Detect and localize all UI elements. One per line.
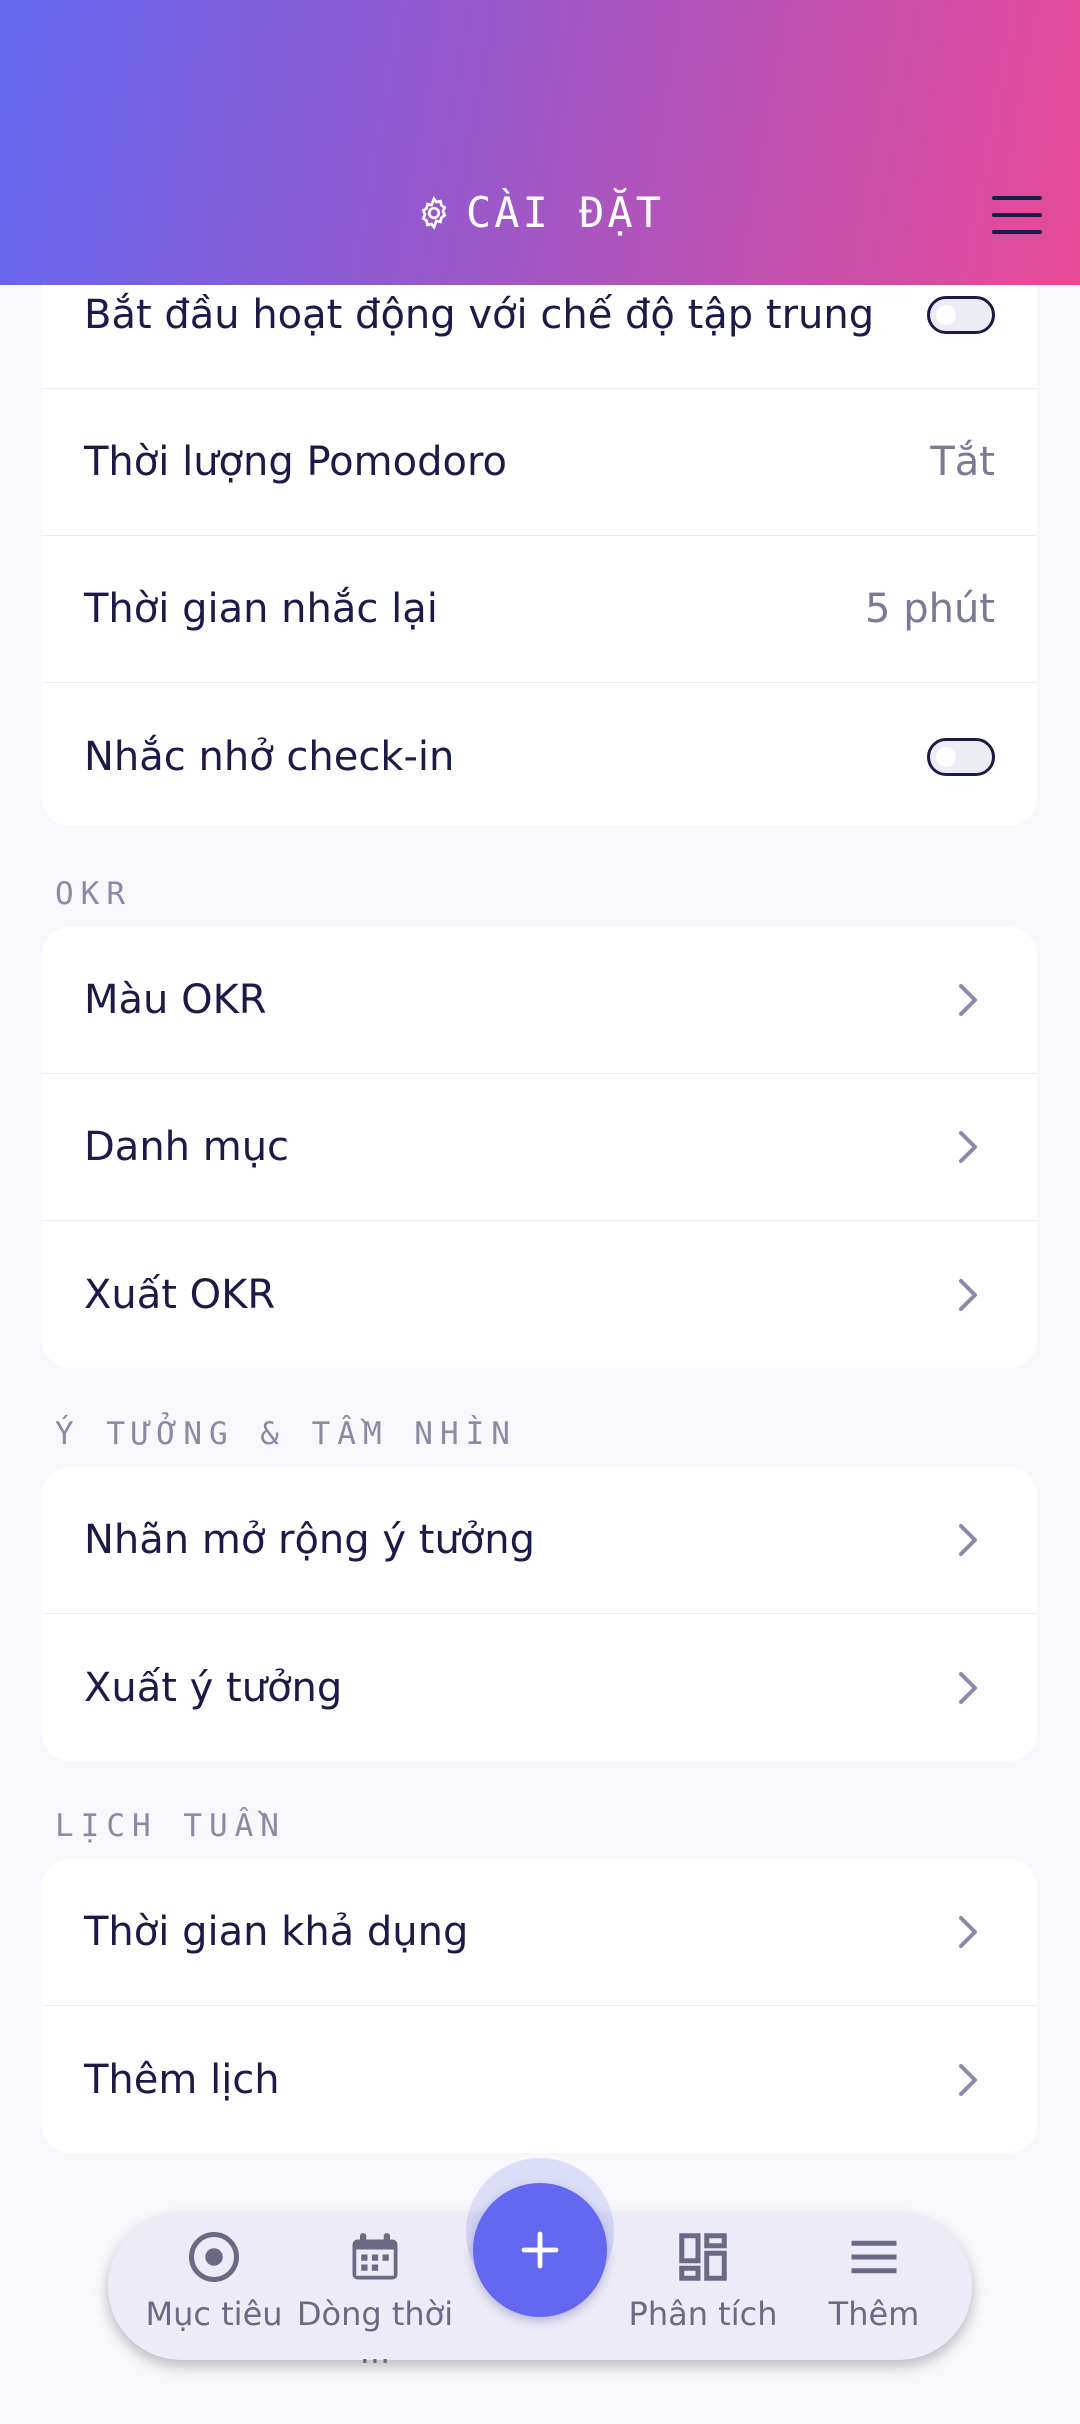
checkin-reminder-toggle[interactable]: [927, 737, 995, 776]
checkin-reminder-label: Nhắc nhở check-in: [84, 733, 455, 780]
chevron-right-icon: [959, 2063, 977, 2096]
nav-item-analytics-label: Phân tích: [628, 2295, 778, 2333]
chevron-right-icon: [959, 1524, 977, 1556]
idea-tags-row[interactable]: Nhãn mở rộng ý tưởng: [42, 1467, 1037, 1614]
chevron-right-icon: [959, 1278, 977, 1311]
calendar-card: Thời gian khả dụng Thêm lịch: [42, 1859, 1037, 2153]
okr-color-row[interactable]: Màu OKR: [42, 927, 1037, 1074]
focus-mode-label: Bắt đầu hoạt động với chế độ tập trung: [84, 292, 875, 338]
okr-color-label: Màu OKR: [84, 977, 267, 1023]
checkin-reminder-row[interactable]: Nhắc nhở check-in: [42, 683, 1037, 826]
app-header: CÀI ĐẶT: [0, 0, 1080, 285]
idea-tags-label: Nhãn mở rộng ý tưởng: [84, 1517, 536, 1563]
section-title-calendar: LỊCH TUẦN: [55, 1808, 286, 1844]
availability-label: Thời gian khả dụng: [84, 1909, 469, 1955]
snooze-time-value: 5 phút: [865, 586, 995, 632]
section-title-ideas: Ý TƯỞNG & TẦM NHÌN: [55, 1416, 517, 1452]
add-calendar-row[interactable]: Thêm lịch: [42, 2006, 1037, 2153]
okr-category-row[interactable]: Danh mục: [42, 1074, 1037, 1221]
nav-item-analytics[interactable]: Phân tích: [618, 2227, 788, 2333]
chevron-right-icon: [959, 1671, 977, 1704]
pomodoro-duration-label: Thời lượng Pomodoro: [84, 439, 507, 485]
idea-export-label: Xuất ý tưởng: [84, 1664, 343, 1711]
chevron-right-icon: [959, 1916, 977, 1948]
add-calendar-label: Thêm lịch: [84, 2056, 280, 2103]
page-title: CÀI ĐẶT: [0, 188, 1080, 237]
target-icon: [189, 2232, 239, 2282]
nav-item-timeline[interactable]: Dòng thời ...: [290, 2227, 460, 2371]
page-title-text: CÀI ĐẶT: [465, 188, 664, 237]
gear-icon: [421, 195, 447, 230]
nav-item-goals[interactable]: Mục tiêu: [129, 2227, 299, 2333]
section-title-okr: OKR: [55, 876, 132, 912]
plus-icon: [521, 2231, 559, 2269]
okr-export-label: Xuất OKR: [84, 1271, 276, 1318]
general-settings-card: Bắt đầu hoạt động với chế độ tập trung T…: [42, 242, 1037, 826]
menu-icon: [851, 2240, 897, 2274]
nav-item-timeline-label: Dòng thời ...: [296, 2295, 454, 2371]
snooze-time-row[interactable]: Thời gian nhắc lại 5 phút: [42, 536, 1037, 683]
okr-export-row[interactable]: Xuất OKR: [42, 1221, 1037, 1368]
calendar-icon: [352, 2233, 398, 2280]
okr-card: Màu OKR Danh mục Xuất OKR: [42, 927, 1037, 1368]
idea-export-row[interactable]: Xuất ý tưởng: [42, 1614, 1037, 1761]
snooze-time-label: Thời gian nhắc lại: [84, 586, 438, 632]
dashboard-icon: [679, 2233, 727, 2281]
pomodoro-duration-row[interactable]: Thời lượng Pomodoro Tắt: [42, 389, 1037, 536]
availability-row[interactable]: Thời gian khả dụng: [42, 1859, 1037, 2006]
chevron-right-icon: [959, 1131, 977, 1163]
ideas-card: Nhãn mở rộng ý tưởng Xuất ý tưởng: [42, 1467, 1037, 1761]
focus-mode-toggle[interactable]: [927, 296, 995, 334]
chevron-right-icon: [959, 984, 977, 1016]
add-button[interactable]: [473, 2183, 607, 2317]
nav-item-goals-label: Mục tiêu: [145, 2295, 283, 2333]
nav-item-more-label: Thêm: [828, 2295, 920, 2333]
pomodoro-duration-value: Tắt: [930, 439, 995, 485]
hamburger-menu-icon[interactable]: [992, 196, 1042, 234]
nav-item-more[interactable]: Thêm: [789, 2227, 959, 2333]
okr-category-label: Danh mục: [84, 1124, 290, 1170]
